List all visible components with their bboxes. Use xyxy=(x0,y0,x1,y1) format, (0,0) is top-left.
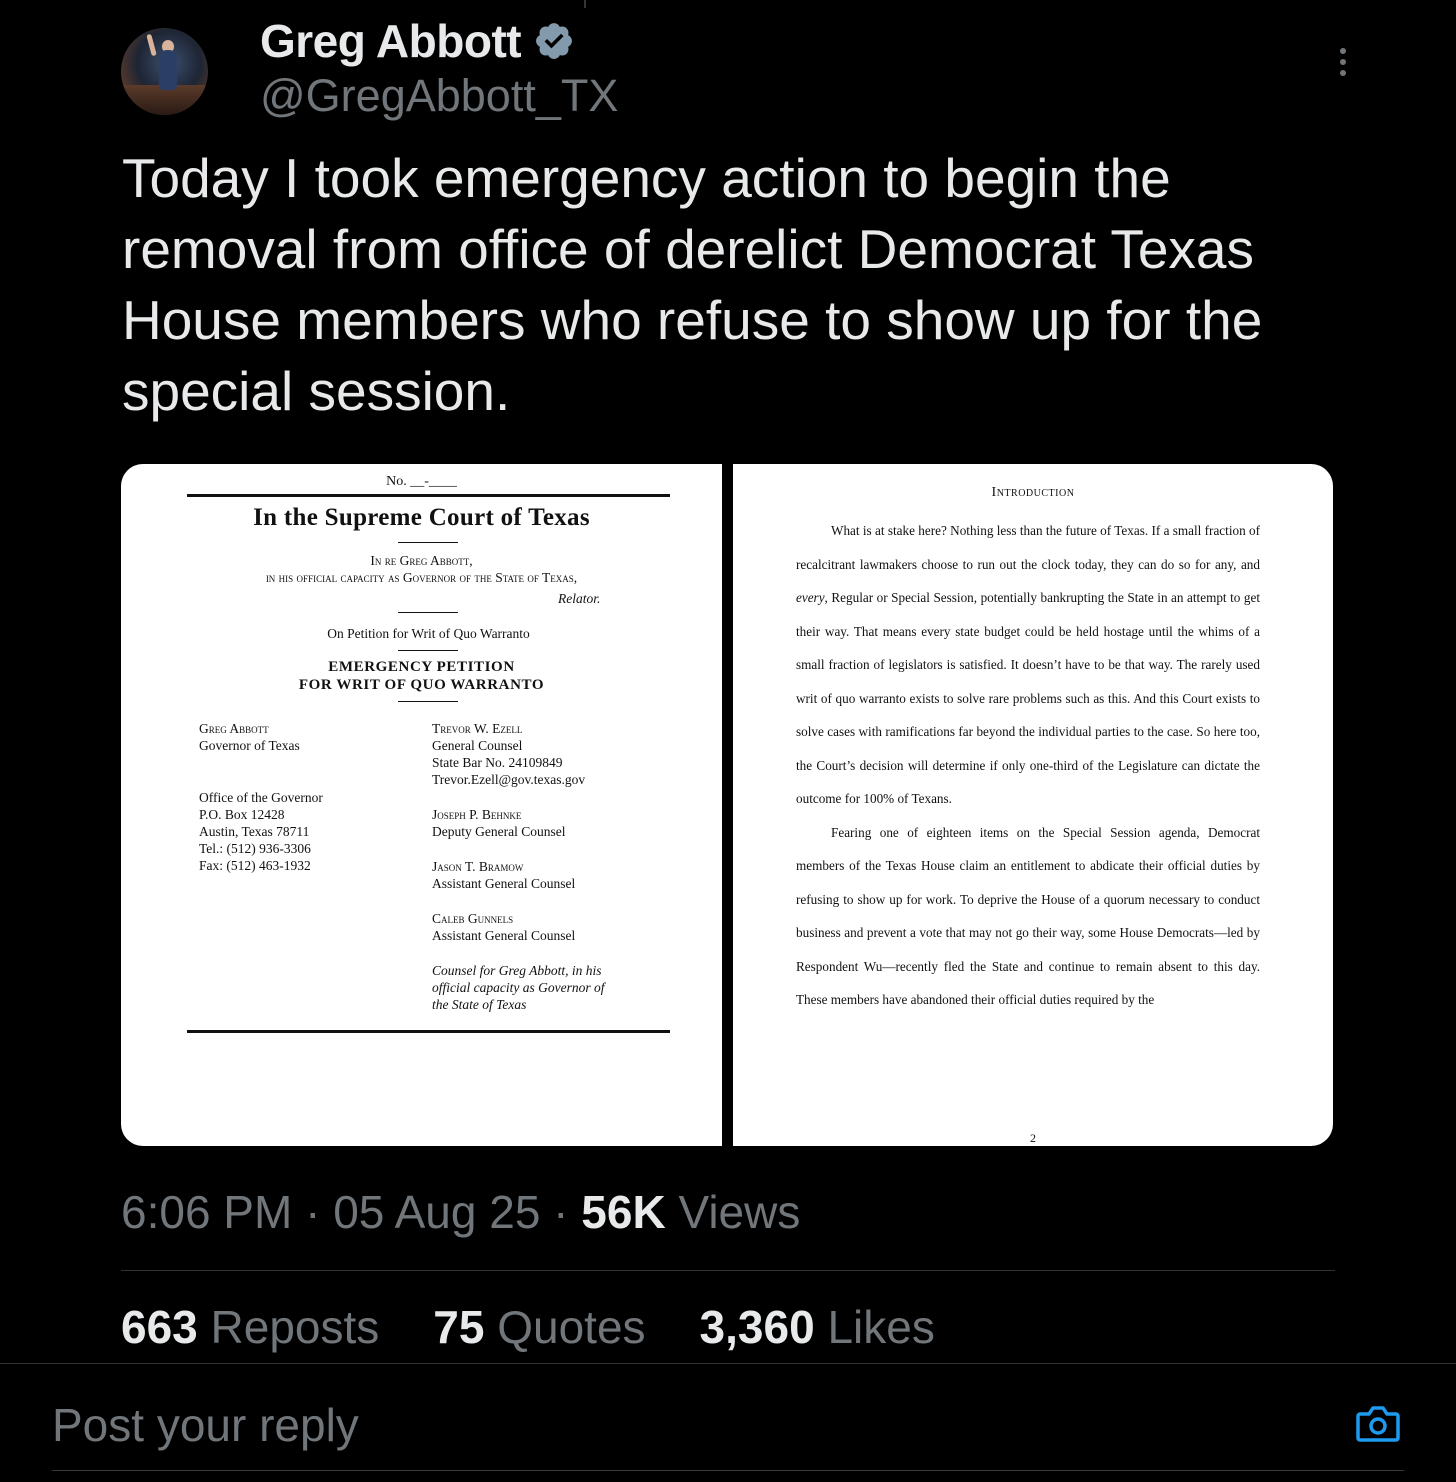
thread-connector xyxy=(584,0,586,8)
counsel-name: Trevor W. Ezell xyxy=(432,721,523,736)
document-page-intro[interactable]: Introduction What is at stake here? Noth… xyxy=(733,464,1333,1146)
separator: · xyxy=(540,1186,582,1238)
reply-input[interactable]: Post your reply xyxy=(52,1398,359,1452)
counsel-for-line: the State of Texas xyxy=(432,997,527,1012)
reply-underline xyxy=(52,1470,1404,1471)
office-box: P.O. Box 12428 xyxy=(199,807,285,822)
tweet-date[interactable]: 05 Aug 25 xyxy=(333,1186,540,1238)
divider xyxy=(0,1363,1456,1364)
avatar-figure xyxy=(159,50,177,90)
rule xyxy=(398,650,458,651)
camera-icon[interactable] xyxy=(1356,1404,1400,1444)
document-page-cover[interactable]: No. __-____ In the Supreme Court of Texa… xyxy=(121,464,722,1146)
petition-title-line-2: FOR WRIT OF QUO WARRANTO xyxy=(298,677,545,693)
counsel-bar: State Bar No. 24109849 xyxy=(432,755,563,770)
intro-body: What is at stake here? Nothing less than… xyxy=(796,514,1260,1017)
counsel-role: Assistant General Counsel xyxy=(432,876,576,891)
counsel-for: Counsel for Greg Abbott, in his official… xyxy=(432,962,604,1013)
docket-number: No. __-____ xyxy=(386,474,457,489)
intro-paragraph-2: Fearing one of eighteen items on the Spe… xyxy=(796,824,1260,1008)
counsel-role: Deputy General Counsel xyxy=(432,824,566,839)
divider xyxy=(121,1270,1335,1271)
office-name: Office of the Governor xyxy=(199,790,323,805)
views-count: 56K xyxy=(581,1186,666,1238)
tweet-text: Today I took emergency action to begin t… xyxy=(122,147,1263,422)
reposts-stat[interactable]: 663 Reposts xyxy=(121,1300,379,1354)
petition-title: EMERGENCY PETITION FOR WRIT OF QUO WARRA… xyxy=(121,658,722,694)
verified-badge-icon xyxy=(536,23,573,59)
more-options-icon[interactable] xyxy=(1330,48,1356,80)
petition-title-line-1: EMERGENCY PETITION xyxy=(328,659,515,675)
counsel-2: Joseph P. Behnke Deputy General Counsel xyxy=(432,806,565,840)
author-handle[interactable]: @GregAbbott_TX xyxy=(260,70,618,122)
counsel-email: Trevor.Ezell@gov.texas.gov xyxy=(432,772,586,787)
signatory-role: Governor of Texas xyxy=(199,738,300,753)
intro-heading: Introduction xyxy=(991,485,1075,500)
counsel-3: Jason T. Bramow Assistant General Counse… xyxy=(432,858,575,892)
quotes-stat[interactable]: 75 Quotes xyxy=(433,1300,645,1354)
relator-label: Relator. xyxy=(558,591,601,606)
tweet-meta: 6:06 PM · 05 Aug 25 · 56K Views xyxy=(121,1185,800,1239)
views-label: Views xyxy=(665,1186,801,1238)
rule xyxy=(398,612,458,613)
avatar[interactable] xyxy=(121,28,208,115)
counsel-role: General Counsel xyxy=(432,738,523,753)
intro-paragraph-1: What is at stake here? Nothing less than… xyxy=(796,523,1260,806)
counsel-name: Caleb Gunnels xyxy=(432,911,514,926)
counsel-for-line: Counsel for Greg Abbott, in his xyxy=(432,963,602,978)
rule xyxy=(398,701,458,702)
separator: · xyxy=(292,1186,334,1238)
signatory-name: Greg Abbott xyxy=(199,721,269,736)
bottom-rule xyxy=(187,1030,670,1033)
likes-stat[interactable]: 3,360 Likes xyxy=(700,1300,935,1354)
top-rule xyxy=(187,494,670,497)
counsel-role: Assistant General Counsel xyxy=(432,928,576,943)
author-name-row[interactable]: Greg Abbott xyxy=(260,14,575,68)
tweet-media[interactable]: No. __-____ In the Supreme Court of Texa… xyxy=(121,464,1333,1146)
display-name[interactable]: Greg Abbott xyxy=(260,14,522,68)
rule xyxy=(398,542,458,543)
page-number: 2 xyxy=(1030,1131,1036,1145)
engagement-stats: 663 Reposts 75 Quotes 3,360 Likes xyxy=(121,1300,989,1354)
office-city: Austin, Texas 78711 xyxy=(199,824,310,839)
court-title: In the Supreme Court of Texas xyxy=(253,504,590,531)
in-re-line-1: In re Greg Abbott, xyxy=(370,553,473,568)
counsel-for-line: official capacity as Governor of xyxy=(432,980,605,995)
counsel-name: Jason T. Bramow xyxy=(432,859,524,874)
office-tel: Tel.: (512) 936-3306 xyxy=(199,841,311,856)
in-re-line-2: in his official capacity as Governor of … xyxy=(265,570,578,585)
tweet-time[interactable]: 6:06 PM xyxy=(121,1186,292,1238)
counsel-4: Caleb Gunnels Assistant General Counsel xyxy=(432,910,575,944)
counsel-1: Trevor W. Ezell General Counsel State Ba… xyxy=(432,720,585,788)
counsel-name: Joseph P. Behnke xyxy=(432,807,522,822)
signatory-block: Greg Abbott Governor of Texas xyxy=(199,720,300,754)
office-block: Office of the Governor P.O. Box 12428 Au… xyxy=(199,789,323,874)
avatar-arm xyxy=(146,33,157,57)
office-fax: Fax: (512) 463-1932 xyxy=(199,858,311,873)
petition-line: On Petition for Writ of Quo Warranto xyxy=(327,626,530,641)
